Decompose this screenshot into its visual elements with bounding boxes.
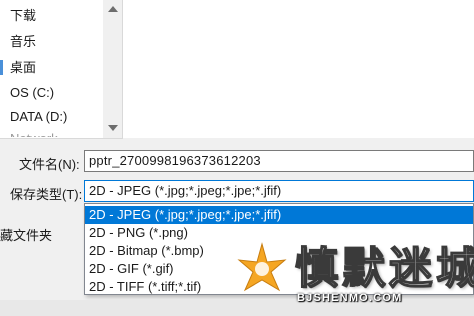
watermark: 慎默迷城 BJSHENMO.COM bbox=[233, 232, 474, 316]
nav-item-network[interactable]: Network bbox=[10, 129, 58, 137]
watermark-logo-icon bbox=[237, 242, 287, 292]
watermark-title: 慎默迷城 bbox=[294, 244, 474, 294]
filetype-label: 保存类型(T): bbox=[10, 187, 83, 202]
watermark-url: BJSHENMO.COM bbox=[297, 292, 403, 304]
filetype-select[interactable]: 2D - JPEG (*.jpg;*.jpeg;*.jpe;*.jfif) bbox=[84, 180, 474, 202]
filetype-option-jpeg[interactable]: 2D - JPEG (*.jpg;*.jpeg;*.jpe;*.jfif) bbox=[85, 206, 473, 224]
scroll-up-arrow-icon[interactable] bbox=[108, 6, 118, 12]
nav-item-music[interactable]: 音乐 bbox=[10, 32, 36, 52]
navigation-pane: 下载 音乐 桌面 OS (C:) DATA (D:) Network bbox=[0, 0, 123, 139]
nav-item-data-d[interactable]: DATA (D:) bbox=[10, 107, 67, 127]
filename-input[interactable]: pptr_2700998196373612203 bbox=[84, 150, 474, 172]
scroll-down-arrow-icon[interactable] bbox=[108, 125, 118, 131]
nav-item-os-c[interactable]: OS (C:) bbox=[10, 83, 54, 103]
filename-label: 文件名(N): bbox=[19, 157, 80, 172]
nav-item-downloads[interactable]: 下载 bbox=[10, 6, 36, 26]
file-list-pane[interactable] bbox=[123, 0, 474, 138]
nav-scrollbar[interactable] bbox=[103, 0, 122, 138]
hide-folders-toggle[interactable]: 藏文件夹 bbox=[0, 225, 52, 244]
nav-item-desktop[interactable]: 桌面 bbox=[0, 58, 36, 78]
